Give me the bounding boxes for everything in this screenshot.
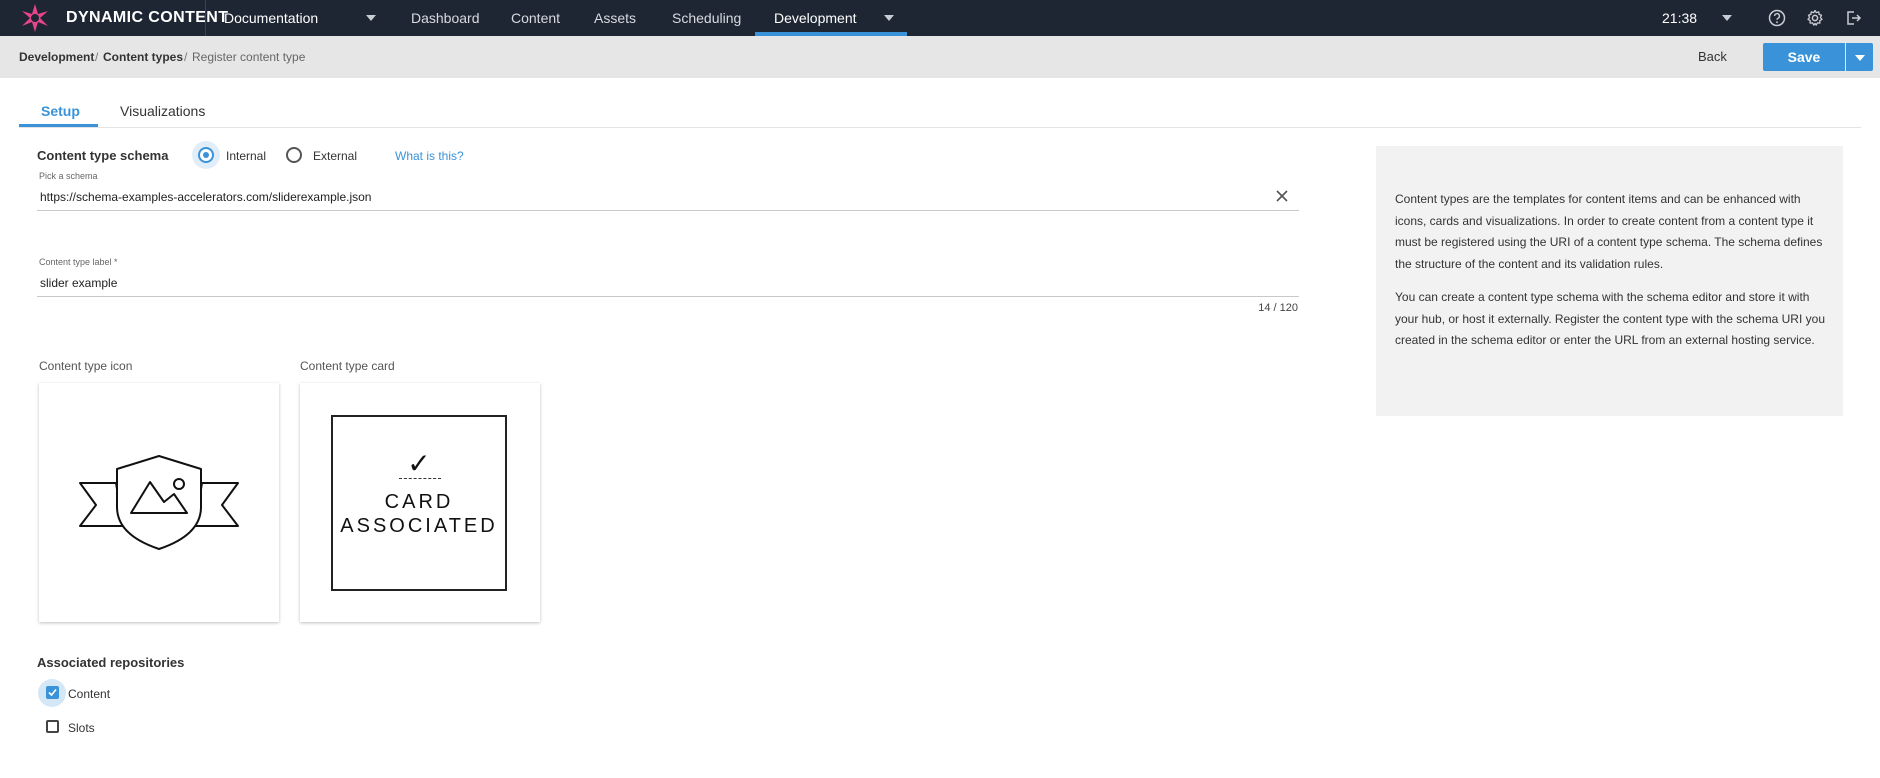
topbar-divider	[205, 0, 206, 36]
breadcrumb-development[interactable]: Development	[19, 50, 94, 64]
logout-icon[interactable]	[1843, 8, 1863, 28]
what-is-this-link[interactable]: What is this?	[395, 149, 464, 163]
breadcrumb-current: Register content type	[192, 50, 306, 64]
character-counter: 14 / 120	[1258, 302, 1298, 314]
radio-selected-dot	[203, 152, 209, 158]
radio-external-label[interactable]: External	[313, 149, 357, 163]
content-type-card-label: Content type card	[300, 359, 395, 373]
radio-external[interactable]	[286, 147, 302, 163]
pick-schema-label: Pick a schema	[39, 171, 98, 181]
info-paragraph: Content types are the templates for cont…	[1395, 192, 1823, 271]
clock-dropdown-caret-icon[interactable]	[1722, 15, 1732, 21]
card-preview-frame: ✓ CARD ASSOCIATED	[331, 415, 507, 591]
slots-repo-label[interactable]: Slots	[68, 721, 95, 735]
shield-banner-icon	[79, 455, 239, 550]
info-panel: Content types are the templates for cont…	[1376, 146, 1843, 416]
info-paragraph: You can create a content type schema wit…	[1395, 290, 1825, 347]
sub-header: Development / Content types / Register c…	[0, 36, 1880, 78]
tab-setup[interactable]: Setup	[41, 103, 80, 119]
development-dropdown-caret-icon[interactable]	[884, 15, 894, 21]
nav-assets[interactable]: Assets	[594, 10, 636, 26]
check-icon	[48, 688, 57, 697]
clock: 21:38	[1662, 10, 1698, 26]
nav-content[interactable]: Content	[511, 10, 560, 26]
content-repo-checkbox[interactable]	[46, 686, 59, 699]
schema-field-underline	[37, 210, 1299, 211]
nav-scheduling[interactable]: Scheduling	[672, 10, 741, 26]
radio-internal[interactable]	[198, 147, 214, 163]
hub-selector[interactable]: Documentation	[224, 10, 318, 26]
nav-development[interactable]: Development	[774, 10, 857, 26]
back-button[interactable]: Back	[1698, 49, 1727, 64]
nav-dashboard[interactable]: Dashboard	[411, 10, 480, 26]
card-text-line-1: CARD	[384, 491, 454, 513]
schema-section-title: Content type schema	[37, 148, 169, 163]
save-button[interactable]: Save	[1763, 43, 1845, 71]
radio-internal-label[interactable]: Internal	[226, 149, 266, 163]
breadcrumb-separator: /	[95, 50, 99, 64]
content-type-label-caption: Content type label *	[39, 257, 118, 267]
card-text-line-2: ASSOCIATED	[340, 515, 498, 537]
schema-url-input[interactable]: https://schema-examples-accelerators.com…	[40, 190, 371, 204]
save-options-button[interactable]	[1846, 43, 1873, 71]
content-type-icon-tile[interactable]	[39, 383, 279, 622]
dynamic-content-logo-icon	[22, 4, 48, 32]
tabs-divider	[19, 127, 1861, 128]
tab-visualizations[interactable]: Visualizations	[120, 103, 205, 119]
card-dashed-line	[399, 478, 441, 479]
settings-icon[interactable]	[1805, 8, 1825, 28]
hub-dropdown-caret-icon[interactable]	[366, 15, 376, 21]
associated-repositories-title: Associated repositories	[37, 655, 185, 670]
slots-repo-checkbox[interactable]	[46, 720, 59, 733]
content-type-label-input[interactable]: slider example	[40, 276, 117, 290]
content-type-card-tile[interactable]: ✓ CARD ASSOCIATED	[300, 383, 540, 622]
save-options-caret-icon	[1855, 55, 1865, 61]
help-icon[interactable]	[1767, 8, 1787, 28]
content-repo-label[interactable]: Content	[68, 687, 110, 701]
checkmark-icon: ✓	[407, 448, 431, 479]
breadcrumb-separator: /	[184, 50, 188, 64]
top-bar: DYNAMIC CONTENT Documentation Dashboard …	[0, 0, 1880, 36]
content-type-icon-label: Content type icon	[39, 359, 133, 373]
breadcrumb-content-types[interactable]: Content types	[103, 50, 183, 64]
clear-icon[interactable]	[1274, 188, 1290, 204]
label-field-underline	[37, 296, 1299, 297]
